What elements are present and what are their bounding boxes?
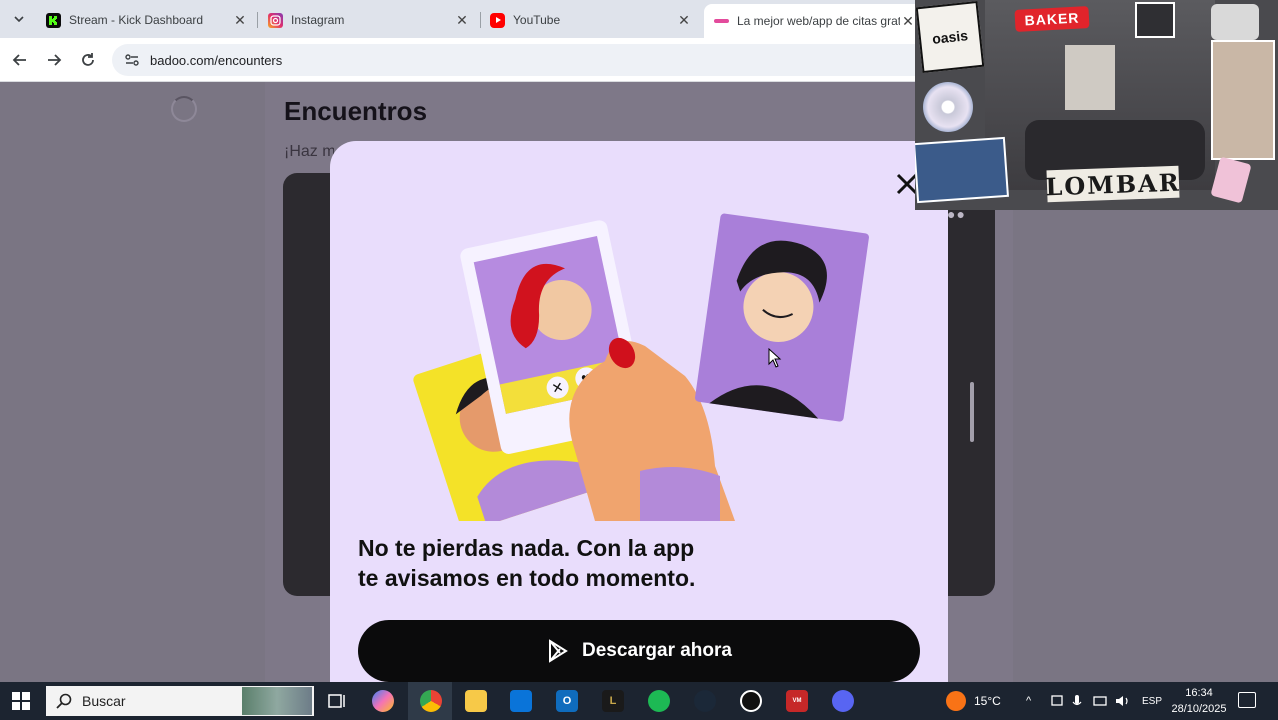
league-client-icon[interactable]: L	[602, 690, 624, 712]
search-icon	[56, 693, 72, 709]
wall-picture	[1065, 45, 1115, 110]
download-app-modal: ✕ ♥ No te pierdas nada. Con la app te av…	[330, 141, 948, 701]
tab-title: Stream - Kick Dashboard	[69, 13, 204, 27]
google-play-icon	[549, 639, 568, 663]
close-icon[interactable]: ✕	[900, 13, 916, 30]
weather-temp: 15°C	[974, 694, 1001, 708]
close-icon[interactable]: ✕	[676, 12, 692, 29]
photo-scroll-indicator	[970, 382, 974, 442]
site-settings-icon[interactable]	[124, 52, 140, 68]
microsoft-store-icon[interactable]	[510, 690, 532, 712]
tab-search-icon[interactable]	[8, 8, 30, 30]
oasis-sticker: oasis	[915, 0, 985, 74]
search-highlight-image	[242, 687, 312, 715]
download-now-button[interactable]: Descargar ahora	[358, 620, 920, 682]
download-now-label: Descargar ahora	[582, 640, 732, 661]
baker-sticker: BAKER	[1014, 6, 1090, 32]
portrait-sticker	[1135, 2, 1175, 38]
page-subtitle: ¡Haz ma	[284, 143, 334, 160]
spotify-icon[interactable]	[648, 690, 670, 712]
lombar-sticker: LOMBAR	[1044, 165, 1182, 203]
weather-icon	[946, 691, 966, 711]
tab-kick[interactable]: Stream - Kick Dashboard ✕	[36, 4, 258, 36]
reload-icon	[82, 53, 94, 66]
windows-taskbar: Buscar O L VM 15°C ^ ESP 16:34 28/10/202…	[0, 682, 1278, 720]
tab-title: Instagram	[291, 13, 345, 27]
page-title: Encuentros	[284, 96, 428, 126]
voicemeeter-icon[interactable]: VM	[786, 690, 808, 712]
forward-button[interactable]	[42, 48, 66, 72]
clock[interactable]: 16:34 28/10/2025	[1166, 685, 1232, 717]
streamer-webcam-overlay: oasis BAKER LOMBAR	[915, 0, 1278, 210]
chevron-up-icon[interactable]: ^	[1026, 695, 1039, 707]
steam-icon[interactable]	[694, 690, 716, 712]
copilot-icon[interactable]	[372, 690, 394, 712]
instagram-icon	[268, 12, 283, 28]
windows-start-icon[interactable]	[12, 692, 30, 710]
obs-icon[interactable]	[740, 690, 762, 712]
notifications-icon[interactable]	[1238, 692, 1256, 708]
close-icon[interactable]: ✕	[232, 12, 248, 29]
collage-sticker	[915, 136, 1009, 204]
tray-status-icons[interactable]	[1050, 693, 1136, 709]
camera-sticker	[1211, 4, 1259, 40]
arrow-left-icon	[12, 54, 26, 66]
file-explorer-icon[interactable]	[465, 690, 487, 712]
photo-collage-sticker	[1211, 40, 1275, 160]
system-tray-icons[interactable]: ^	[1026, 682, 1039, 720]
cd-sticker	[923, 82, 973, 132]
clock-time: 16:34	[1185, 687, 1213, 699]
kick-icon	[46, 12, 61, 28]
tab-title: La mejor web/app de citas grat	[737, 14, 900, 28]
badoo-icon	[714, 14, 729, 29]
weather-widget[interactable]: 15°C	[946, 682, 1001, 720]
clock-date: 28/10/2025	[1171, 703, 1227, 715]
chrome-icon[interactable]	[420, 690, 442, 712]
task-view-icon[interactable]	[326, 690, 348, 712]
reload-button[interactable]	[76, 48, 100, 72]
tab-title: YouTube	[513, 13, 561, 27]
url-text: badoo.com/encounters	[150, 52, 283, 68]
tray-icons-group	[1050, 682, 1136, 720]
taskbar-search[interactable]: Buscar	[46, 686, 314, 716]
discord-icon[interactable]	[832, 690, 854, 712]
tab-badoo[interactable]: La mejor web/app de citas grat ✕	[704, 4, 926, 38]
modal-heading-line: No te pierdas nada. Con la app	[358, 535, 695, 561]
search-label: Buscar	[82, 693, 126, 709]
outlook-icon[interactable]: O	[556, 690, 578, 712]
close-icon[interactable]: ✕	[454, 12, 470, 29]
youtube-icon	[490, 12, 505, 28]
language-indicator[interactable]: ESP	[1142, 682, 1162, 720]
tab-youtube[interactable]: YouTube ✕	[480, 4, 702, 36]
app-promo-illustration: ✕ ♥	[413, 213, 869, 521]
gem-sticker	[1210, 156, 1252, 204]
modal-heading-line: te avisamos en todo momento.	[358, 565, 696, 591]
modal-heading: No te pierdas nada. Con la app te avisam…	[358, 533, 778, 593]
tab-instagram[interactable]: Instagram ✕	[258, 4, 480, 36]
mouse-cursor-icon	[768, 348, 782, 368]
back-button[interactable]	[8, 48, 32, 72]
arrow-right-icon	[48, 54, 62, 66]
loading-spinner-icon	[171, 96, 197, 122]
address-bar[interactable]: badoo.com/encounters	[112, 44, 932, 76]
